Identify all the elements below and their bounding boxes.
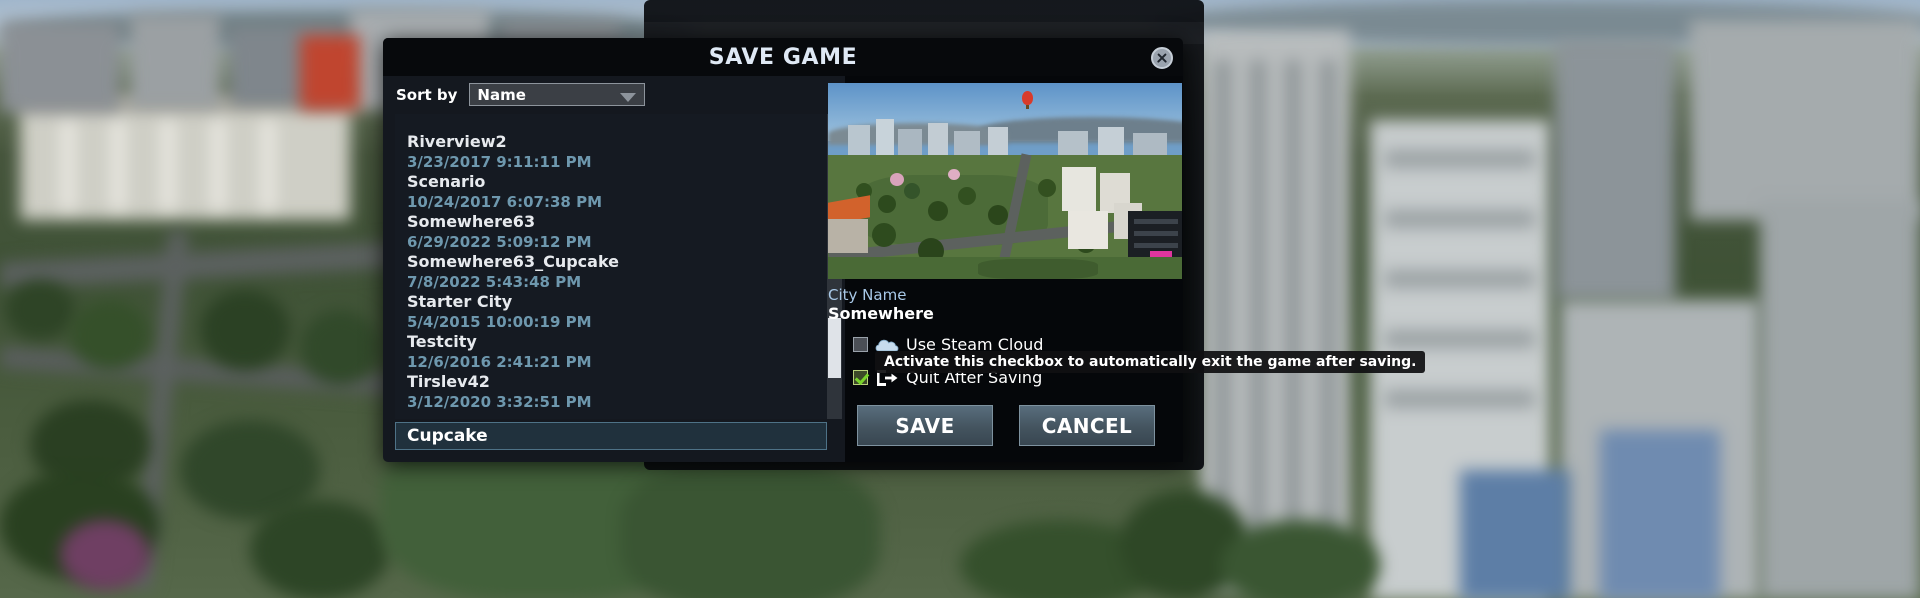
save-list-item-date: 6/29/2022 5:09:12 PM xyxy=(407,233,592,251)
sort-by-label: Sort by xyxy=(396,85,458,104)
save-list-item-name: Somewhere63_Cupcake xyxy=(407,252,619,271)
close-icon[interactable] xyxy=(1151,47,1173,69)
cancel-button[interactable]: CANCEL xyxy=(1019,405,1155,446)
save-game-list-inner: 9/14/2022 10:13:43 PMRiverview2 3/23/2017… xyxy=(395,114,809,412)
dialog-title: SAVE GAME xyxy=(708,45,858,70)
save-game-dialog: SAVE GAME Sort by Name 9/14/2022 10:13:4… xyxy=(383,38,1426,462)
save-list-item[interactable]: Testcity 12/6/2016 2:41:21 PM xyxy=(395,332,809,372)
save-list-item-date: 3/23/2017 9:11:11 PM xyxy=(407,153,592,171)
save-list-item[interactable]: 9/14/2022 10:13:43 PM xyxy=(395,114,809,132)
save-list-item-date: 10/24/2017 6:07:38 PM xyxy=(407,193,602,211)
save-list-item-name: Testcity xyxy=(407,332,477,351)
save-list-item[interactable]: Riverview2 3/23/2017 9:11:11 PM xyxy=(395,132,809,172)
save-list-item[interactable]: Tirslev42 3/12/2020 3:32:51 PM xyxy=(395,372,809,412)
sort-row: Sort by Name xyxy=(396,83,646,106)
save-list-item[interactable]: Somewhere63_Cupcake 7/8/2022 5:43:48 PM xyxy=(395,252,809,292)
save-list-item-name: Scenario xyxy=(407,172,486,191)
save-list-scrollbar-thumb[interactable] xyxy=(828,318,841,378)
save-list-item[interactable]: Somewhere63 6/29/2022 5:09:12 PM xyxy=(395,212,809,252)
city-name-value: Somewhere xyxy=(828,304,934,323)
sort-by-select[interactable]: Name xyxy=(469,83,646,106)
save-list-item-name: Somewhere63 xyxy=(407,212,536,231)
save-list-item-name: Starter City xyxy=(407,292,513,311)
chevron-down-icon xyxy=(620,93,637,102)
save-button-label: SAVE xyxy=(895,413,955,438)
sort-by-selected-value: Name xyxy=(477,85,526,104)
quit-after-saving-tooltip: Activate this checkbox to automatically … xyxy=(875,351,1426,373)
quit-after-saving-checkbox[interactable] xyxy=(853,370,868,385)
save-list-item-name: Tirslev42 xyxy=(407,372,490,391)
cancel-button-label: CANCEL xyxy=(1041,413,1133,438)
save-list-item-name: Riverview2 xyxy=(407,132,507,151)
save-game-list[interactable]: 9/14/2022 10:13:43 PMRiverview2 3/23/2017… xyxy=(395,114,827,419)
tooltip-text: Activate this checkbox to automatically … xyxy=(884,354,1417,370)
save-list-item-date: 12/6/2016 2:41:21 PM xyxy=(407,353,592,371)
save-list-item[interactable]: Scenario 10/24/2017 6:07:38 PM xyxy=(395,172,809,212)
save-name-input-value: Cupcake xyxy=(407,426,488,446)
save-list-item[interactable]: Starter City 5/4/2015 10:00:19 PM xyxy=(395,292,809,332)
use-steam-cloud-checkbox[interactable] xyxy=(853,337,868,352)
city-preview-image xyxy=(828,83,1182,279)
save-name-input[interactable]: Cupcake xyxy=(395,422,827,450)
save-list-item-date: 3/12/2020 3:32:51 PM xyxy=(407,393,592,411)
save-list-item-date: 5/4/2015 10:00:19 PM xyxy=(407,313,592,331)
save-button[interactable]: SAVE xyxy=(857,405,993,446)
save-list-item-date: 7/8/2022 5:43:48 PM xyxy=(407,273,582,291)
city-name-label: City Name xyxy=(828,286,907,304)
